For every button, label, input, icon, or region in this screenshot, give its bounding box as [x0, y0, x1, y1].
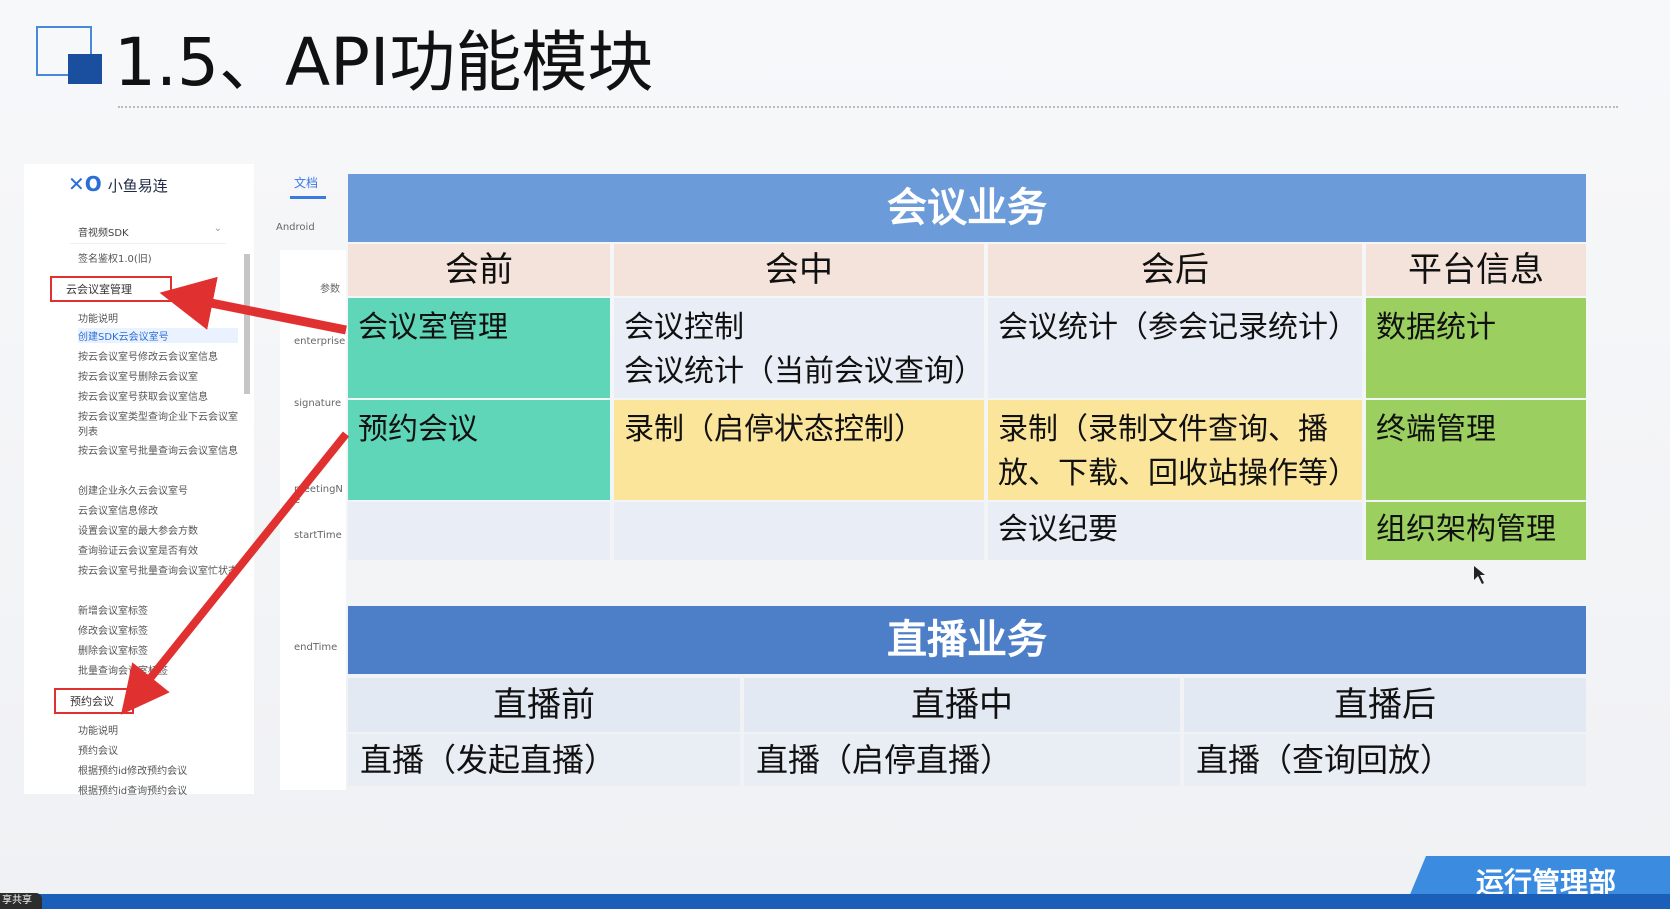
- bottom-bar: [0, 894, 1670, 909]
- mouse-cursor-icon: [1474, 566, 1485, 584]
- arrow-to-reservation: [120, 431, 350, 715]
- share-tag[interactable]: 享共享: [0, 893, 42, 909]
- slide: 1.5、API功能模块 ✕O 小鱼易连 文档 音视频SDK ⌄ 签名鉴权1.0(旧)…: [0, 0, 1670, 909]
- arrow-to-room-mgmt: [159, 276, 347, 335]
- annotation-arrows: [120, 276, 1485, 715]
